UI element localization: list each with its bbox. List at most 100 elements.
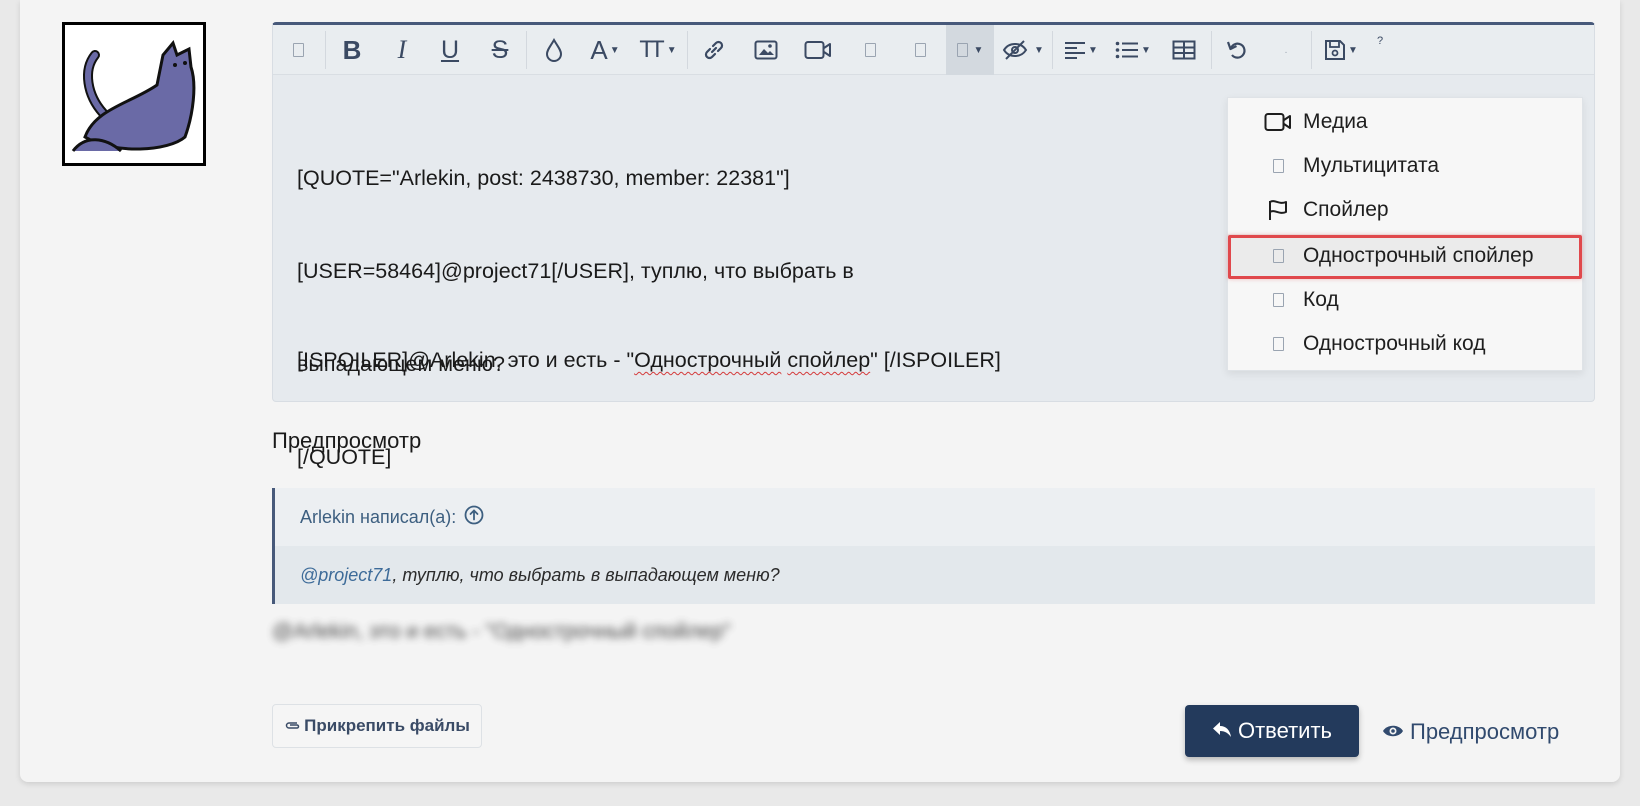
- insert-more-menu: Медиа Мультицитата Спойлер Однострочный …: [1227, 97, 1583, 371]
- caret-down-icon: ▼: [1141, 44, 1151, 56]
- menu-item-inline-code[interactable]: Однострочный код: [1228, 322, 1582, 366]
- help-mark: ?: [1376, 35, 1384, 47]
- box-icon: [864, 43, 876, 57]
- insert-link-button[interactable]: [691, 25, 737, 75]
- bold-button[interactable]: B: [329, 25, 375, 75]
- box-icon: [292, 43, 304, 57]
- message-editor[interactable]: B I U S A ▼ TT ▼ ▼ ▼ ▼ ▼ . ▼ ? [QUOTE="A…: [272, 22, 1595, 469]
- font-size-button[interactable]: TT ▼: [633, 25, 683, 75]
- editor-text[interactable]: [QUOTE="Arlekin, post: 2438730, member: …: [297, 101, 937, 535]
- droplet-icon: [545, 38, 563, 62]
- spoiler-suffix: " [/ISPOILER]: [870, 348, 1001, 372]
- insert-table-button[interactable]: [1161, 25, 1207, 75]
- font-label: A: [590, 34, 608, 65]
- caret-down-icon: ▼: [1034, 44, 1044, 56]
- toolbar-separator: [1052, 31, 1053, 69]
- align-left-icon: [1065, 42, 1086, 59]
- reply-icon: [1212, 718, 1232, 744]
- menu-item-inline-spoiler[interactable]: Однострочный спойлер: [1228, 234, 1582, 278]
- strikethrough-button[interactable]: S: [477, 25, 523, 75]
- preview-blurred-text: @Arlekin, это и есть - "Однострочный спо…: [272, 620, 731, 643]
- reply-label: Ответить: [1237, 718, 1333, 743]
- table-icon: [1172, 40, 1196, 60]
- drafts-button[interactable]: ▼: [1315, 25, 1367, 75]
- caret-down-icon: ▼: [1088, 44, 1098, 56]
- redo-dot-icon: .: [1284, 44, 1288, 56]
- menu-item-label: Мультицитата: [1303, 154, 1440, 177]
- hide-content-button[interactable]: ▼: [997, 25, 1049, 75]
- reply-button[interactable]: Ответить: [1185, 705, 1359, 757]
- image-icon: [754, 40, 778, 60]
- undo-button[interactable]: [1214, 25, 1260, 75]
- eye-slash-icon: [1002, 40, 1028, 60]
- caret-down-icon: ▼: [609, 44, 620, 56]
- font-family-button[interactable]: A ▼: [579, 25, 631, 75]
- insert-smilie-button[interactable]: [897, 25, 943, 75]
- box-icon: [1263, 337, 1293, 351]
- list-icon: [1115, 41, 1139, 59]
- preview-button-label: Предпросмотр: [1410, 719, 1560, 744]
- editor-line: [QUOTE="Arlekin, post: 2438730, member: …: [297, 166, 790, 190]
- toolbar-separator: [526, 31, 527, 69]
- text-color-button[interactable]: [531, 25, 577, 75]
- menu-item-label: Медиа: [1303, 110, 1368, 133]
- editor-line: [USER=58464]@project71[/USER], туплю, чт…: [297, 259, 854, 283]
- insert-media-button[interactable]: [793, 25, 843, 75]
- insert-image-button[interactable]: [743, 25, 789, 75]
- flag-icon: [1263, 198, 1293, 222]
- preview-quote: Arlekin написал(а): @project71 , туплю, …: [272, 488, 1595, 604]
- menu-item-label: Спойлер: [1303, 198, 1389, 221]
- undo-icon: [1226, 41, 1246, 59]
- italic-button[interactable]: I: [379, 25, 425, 75]
- menu-item-label: Код: [1303, 288, 1339, 311]
- quote-author: Arlekin написал(а):: [300, 506, 457, 527]
- help-button[interactable]: ?: [1365, 25, 1395, 75]
- save-icon: [1325, 40, 1346, 60]
- arrow-up-circle-icon[interactable]: [464, 505, 484, 530]
- paperclip-icon: [284, 716, 300, 736]
- toggle-bbcode-button[interactable]: [277, 25, 319, 75]
- quote-body: @project71 , туплю, что выбрать в выпада…: [275, 546, 1595, 604]
- toolbar-separator: [687, 31, 688, 69]
- spoiler-prefix: [ISPOILER]@Arlekin, это и есть - ": [297, 348, 635, 372]
- menu-item-label: Однострочный спойлер: [1303, 244, 1534, 267]
- box-icon: [1263, 249, 1293, 263]
- menu-item-label: Однострочный код: [1303, 332, 1486, 355]
- quote-text: , туплю, что выбрать в выпадающем меню?: [392, 564, 780, 585]
- avatar[interactable]: [62, 22, 206, 166]
- cat-avatar-icon: [65, 25, 203, 163]
- box-icon: [1263, 293, 1293, 307]
- insert-more-button[interactable]: ▼: [946, 25, 994, 75]
- editor-toolbar: B I U S A ▼ TT ▼ ▼ ▼ ▼ ▼ . ▼ ?: [273, 25, 1594, 75]
- box-icon: [1263, 159, 1293, 173]
- redo-button[interactable]: .: [1263, 25, 1309, 75]
- menu-item-spoiler[interactable]: Спойлер: [1228, 188, 1582, 232]
- toolbar-separator: [325, 31, 326, 69]
- video-icon: [1263, 112, 1293, 132]
- list-button[interactable]: ▼: [1107, 25, 1159, 75]
- editor-line-spoiler[interactable]: [ISPOILER]@Arlekin, это и есть - "Одност…: [297, 348, 1001, 373]
- caret-down-icon: ▼: [666, 44, 677, 56]
- insert-quote-button[interactable]: [847, 25, 893, 75]
- box-icon: [956, 43, 968, 57]
- attach-files-label: Прикрепить файлы: [304, 716, 470, 735]
- menu-item-code[interactable]: Код: [1228, 278, 1582, 322]
- menu-item-media[interactable]: Медиа: [1228, 100, 1582, 144]
- toolbar-separator: [1211, 31, 1212, 69]
- preview-button[interactable]: Предпросмотр: [1382, 712, 1559, 752]
- caret-down-icon: ▼: [973, 44, 984, 56]
- caret-down-icon: ▼: [1348, 44, 1358, 56]
- link-icon: [704, 40, 724, 60]
- attach-files-button[interactable]: Прикрепить файлы: [272, 704, 482, 748]
- underline-button[interactable]: U: [427, 25, 473, 75]
- eye-icon: [1382, 719, 1404, 745]
- spellcheck-word: спойлер: [787, 348, 871, 372]
- spellcheck-word: Однострочный: [634, 348, 782, 372]
- quote-header[interactable]: Arlekin написал(а):: [275, 488, 1595, 546]
- preview-heading: Предпросмотр: [272, 428, 422, 453]
- toolbar-separator: [1311, 31, 1312, 69]
- menu-item-multiquote[interactable]: Мультицитата: [1228, 144, 1582, 188]
- video-icon: [804, 41, 831, 59]
- align-button[interactable]: ▼: [1055, 25, 1107, 75]
- user-mention-link[interactable]: @project71: [300, 565, 392, 586]
